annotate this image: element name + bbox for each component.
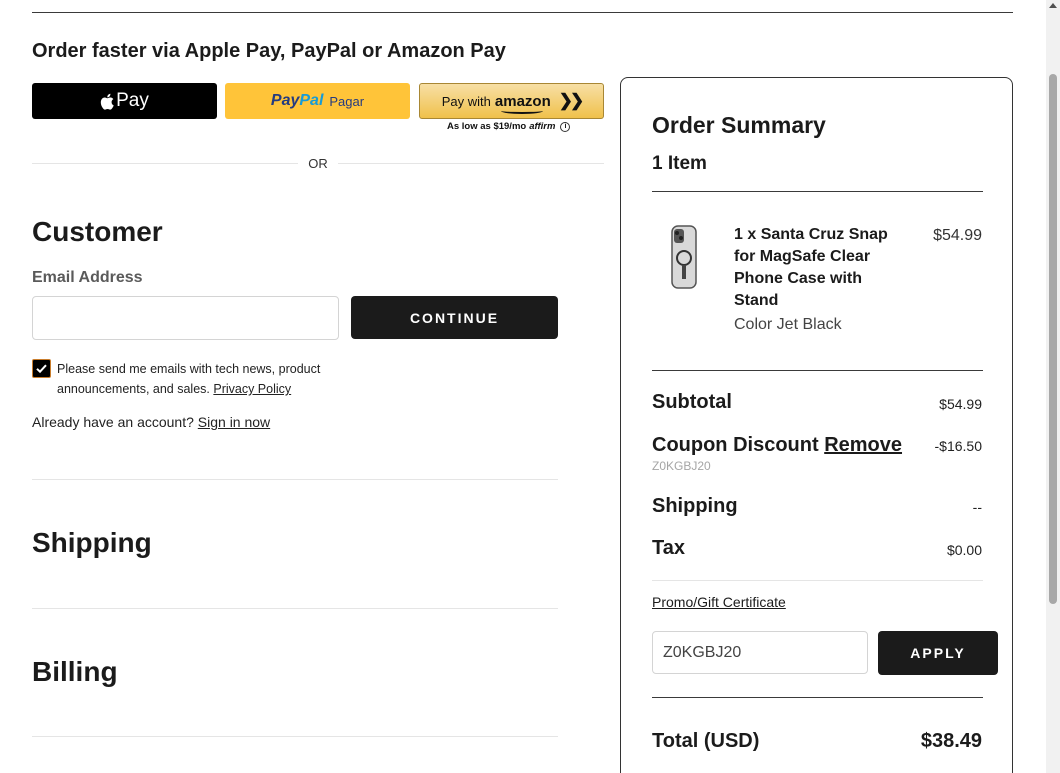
top-divider [32, 12, 1013, 13]
newsletter-consent-text: Please send me emails with tech news, pr… [57, 362, 321, 396]
apply-button[interactable]: APPLY [878, 631, 998, 675]
page-scrollbar[interactable] [1046, 0, 1060, 773]
product-variant: Color Jet Black [734, 316, 842, 333]
email-label: Email Address [32, 269, 143, 286]
newsletter-checkbox[interactable] [32, 359, 51, 378]
or-text: OR [308, 156, 328, 171]
total-value: $38.49 [920, 730, 982, 752]
apple-icon [100, 93, 114, 110]
subtotal-value: $54.99 [939, 396, 982, 412]
coupon-discount-label: Coupon Discount Remove [652, 434, 903, 456]
summary-divider [652, 580, 983, 581]
summary-divider [652, 191, 983, 192]
amazon-logo: amazon [495, 93, 551, 114]
summary-divider [652, 697, 983, 698]
amazon-pay-button[interactable]: Pay with amazon ❯❯ [419, 83, 604, 119]
info-icon[interactable]: i [560, 121, 571, 132]
scrollbar-thumb[interactable] [1049, 74, 1057, 604]
apple-pay-label: Pay [116, 90, 149, 111]
promo-gift-certificate-link[interactable]: Promo/Gift Certificate [652, 594, 786, 610]
checkmark-icon [36, 364, 47, 374]
continue-button[interactable]: CONTINUE [351, 296, 558, 339]
sign-in-link[interactable]: Sign in now [198, 414, 270, 430]
remove-coupon-link[interactable]: Remove [824, 434, 902, 456]
apple-pay-button[interactable]: Pay [32, 83, 217, 119]
billing-section-title[interactable]: Billing [32, 656, 118, 688]
order-summary-panel: Order Summary 1 Item 1 x Santa Cruz Snap… [620, 77, 1013, 773]
tax-value: $0.00 [946, 542, 982, 558]
sign-in-prompt: Already have an account? Sign in now [32, 414, 271, 430]
product-price: $54.99 [933, 227, 982, 244]
promo-code-input[interactable] [652, 631, 868, 674]
affirm-financing-note[interactable]: As low as $19/mo affirm i [447, 121, 571, 132]
express-checkout-title: Order faster via Apple Pay, PayPal or Am… [32, 40, 506, 62]
product-thumbnail [671, 225, 697, 289]
email-field[interactable] [32, 296, 339, 340]
order-summary-title: Order Summary [652, 112, 826, 138]
section-divider [32, 608, 558, 609]
affirm-text: As low as $19/mo [447, 121, 527, 132]
item-count: 1 Item [652, 153, 707, 174]
total-label: Total (USD) [652, 730, 760, 752]
shipping-value: -- [972, 499, 982, 515]
chevron-right-icon: ❯❯ [558, 91, 584, 110]
shipping-section-title[interactable]: Shipping [32, 527, 152, 559]
paypal-pagar-label: Pagar [329, 93, 365, 109]
summary-divider [652, 370, 983, 371]
shipping-label: Shipping [652, 495, 738, 517]
coupon-discount-value: -$16.50 [934, 438, 982, 454]
subtotal-label: Subtotal [652, 391, 732, 413]
customer-section-title: Customer [32, 216, 163, 247]
section-divider [32, 479, 558, 480]
paypal-button[interactable]: PayPal Pagar [225, 83, 410, 119]
tax-label: Tax [652, 537, 685, 559]
privacy-policy-link[interactable]: Privacy Policy [213, 382, 291, 396]
paypal-logo: PayPal [270, 92, 324, 109]
scroll-up-icon[interactable] [1049, 3, 1057, 8]
or-separator: OR [32, 156, 604, 171]
coupon-code: Z0KGBJ20 [652, 459, 711, 473]
amazon-pay-with-label: Pay with [441, 93, 491, 109]
section-divider [32, 736, 558, 737]
product-name: 1 x Santa Cruz Snap for MagSafe Clear Ph… [734, 226, 888, 309]
affirm-logo: affirm [529, 121, 556, 132]
